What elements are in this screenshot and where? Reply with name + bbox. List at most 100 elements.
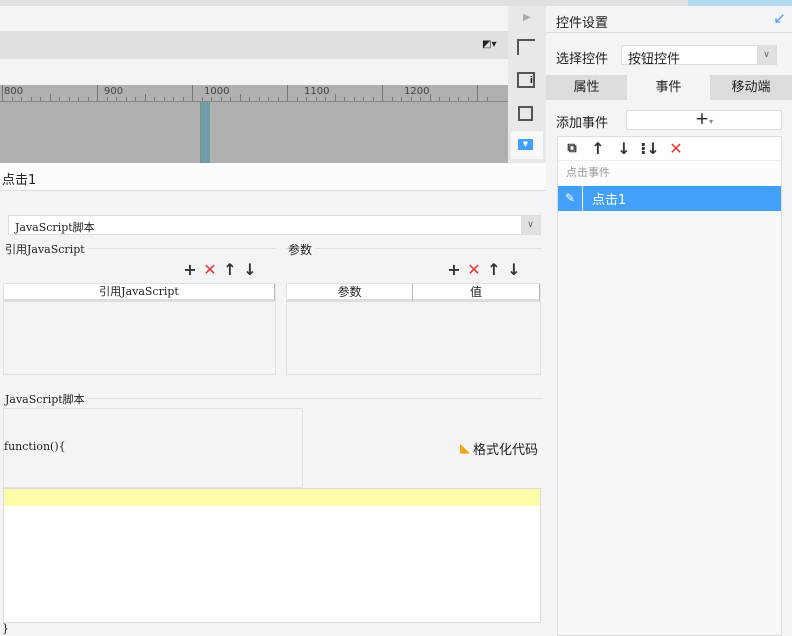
layout-grid-icon[interactable]: [517, 39, 535, 55]
ruler-tick: [268, 97, 269, 101]
delete-icon[interactable]: ✕: [200, 259, 220, 279]
copy-icon[interactable]: ⧉: [562, 139, 582, 159]
move-bottom-icon[interactable]: ⁝↓: [640, 139, 660, 159]
ruler-label: 900: [104, 86, 124, 97]
ruler-tick: [287, 85, 288, 101]
event-name-row: 点击1: [0, 163, 546, 191]
ruler-tick: [182, 97, 184, 101]
expand-arrow-icon[interactable]: ▶: [523, 12, 531, 23]
event-toolbar: ⧉ ↑ ↓ ⁝↓ ✕: [558, 137, 781, 161]
ruler-tick: [192, 85, 193, 101]
ruler-tick: [306, 97, 307, 101]
move-down-icon[interactable]: ↓: [240, 259, 260, 279]
ruler-tick: [467, 97, 469, 101]
table-info-icon[interactable]: i: [517, 72, 535, 88]
chevron-down-icon[interactable]: ∨: [521, 216, 540, 234]
ruler-tick: [173, 97, 174, 101]
selected-marker[interactable]: [200, 102, 210, 163]
broom-icon: ◣: [460, 441, 470, 456]
param-column-header[interactable]: 参数: [287, 284, 413, 302]
ruler-tick: [211, 97, 212, 101]
ruler-tick: [315, 97, 317, 101]
canvas[interactable]: [0, 102, 508, 163]
tab-events[interactable]: 事件: [627, 75, 710, 100]
add-icon[interactable]: +: [444, 259, 464, 279]
add-event-label: 添加事件: [556, 116, 609, 131]
edit-pencil-icon[interactable]: ✎: [558, 186, 583, 211]
function-footer: }: [2, 622, 9, 635]
tab-properties[interactable]: 属性: [546, 75, 627, 100]
ruler-tick: [30, 97, 32, 101]
move-down-icon[interactable]: ↓: [614, 139, 634, 159]
ruler-tick: [11, 97, 13, 101]
params-table[interactable]: 参数 值: [286, 283, 541, 375]
delete-icon[interactable]: ✕: [666, 139, 686, 159]
panel-title: 控件设置: [556, 16, 609, 31]
ruler-tick: [391, 97, 393, 101]
ruler-tick: [220, 97, 222, 101]
ruler-tick: [486, 97, 488, 101]
ruler-tick: [154, 97, 155, 101]
ruler-tick: [21, 97, 22, 101]
script-header-box: function(){: [3, 408, 303, 488]
ruler-tick: [144, 94, 146, 101]
value-column-header[interactable]: 值: [413, 284, 540, 302]
ruler-tick: [163, 97, 165, 101]
ruler-tick: [258, 97, 260, 101]
code-editor[interactable]: [3, 488, 541, 623]
ruler-tick: [458, 97, 459, 101]
params-divider: [286, 248, 542, 249]
move-up-icon[interactable]: ↑: [220, 259, 240, 279]
ruler-tick: [448, 97, 450, 101]
ruler-tick: [325, 97, 326, 101]
dropdown-menu-icon[interactable]: ◩▾: [482, 39, 496, 51]
ruler-tick: [363, 97, 364, 101]
frame-icon[interactable]: [518, 106, 533, 121]
ruler-tick: [40, 97, 41, 101]
ruler-tick: [106, 97, 108, 101]
move-down-icon[interactable]: ↓: [504, 259, 524, 279]
event-list-item[interactable]: ✎ 点击1: [558, 186, 781, 211]
move-up-icon[interactable]: ↑: [484, 259, 504, 279]
ruler-tick: [97, 85, 98, 101]
ruler-tick: [68, 97, 70, 101]
ruler: 800 900 1000 1100 1200: [0, 85, 508, 102]
move-up-icon[interactable]: ↑: [588, 139, 608, 159]
current-line-highlight: [4, 489, 540, 506]
ruler-label: 1100: [304, 86, 330, 97]
collapse-arrow-icon[interactable]: ↙: [773, 9, 786, 27]
select-control-dropdown[interactable]: 按钮控件 ∨: [621, 45, 777, 67]
tab-mobile[interactable]: 移动端: [710, 75, 792, 100]
ruler-tick: [125, 97, 127, 101]
ruler-tick: [59, 97, 60, 101]
side-toolbar: ▶ i ▼: [508, 6, 546, 163]
ruler-tick: [201, 97, 203, 101]
ruler-tick: [78, 97, 79, 101]
params-legend: 参数: [288, 241, 316, 258]
script-type-select[interactable]: JavaScript脚本 ∨: [8, 215, 541, 235]
event-name[interactable]: 点击1: [2, 169, 36, 188]
tab-bar: 属性 事件 移动端: [546, 75, 792, 100]
ruler-tick: [116, 97, 117, 101]
select-control-value: 按钮控件: [628, 52, 681, 67]
add-icon[interactable]: +: [180, 259, 200, 279]
designer-bar: ◩▾: [0, 31, 508, 59]
ruler-tick: [296, 97, 298, 101]
ruler-tick: [249, 97, 250, 101]
ruler-tick: [353, 97, 355, 101]
dropdown-widget-icon[interactable]: ▼: [518, 139, 533, 150]
ref-js-legend: 引用JavaScript: [5, 241, 88, 257]
chevron-down-icon[interactable]: ∨: [757, 46, 776, 64]
ruler-tick: [382, 85, 383, 101]
params-toolbar: + ✕ ↑ ↓: [444, 259, 524, 279]
ref-js-table[interactable]: 引用JavaScript: [3, 283, 276, 375]
format-code-button[interactable]: ◣ 格式化代码: [460, 439, 538, 458]
ruler-tick: [2, 85, 3, 101]
add-event-button[interactable]: +▾: [626, 110, 782, 130]
panel-header: 控件设置 ↙: [546, 6, 792, 33]
ruler-tick: [277, 97, 279, 101]
ruler-tick: [429, 94, 431, 101]
ref-js-column-header[interactable]: 引用JavaScript: [4, 284, 275, 302]
ruler-tick: [401, 97, 402, 101]
delete-icon[interactable]: ✕: [464, 259, 484, 279]
